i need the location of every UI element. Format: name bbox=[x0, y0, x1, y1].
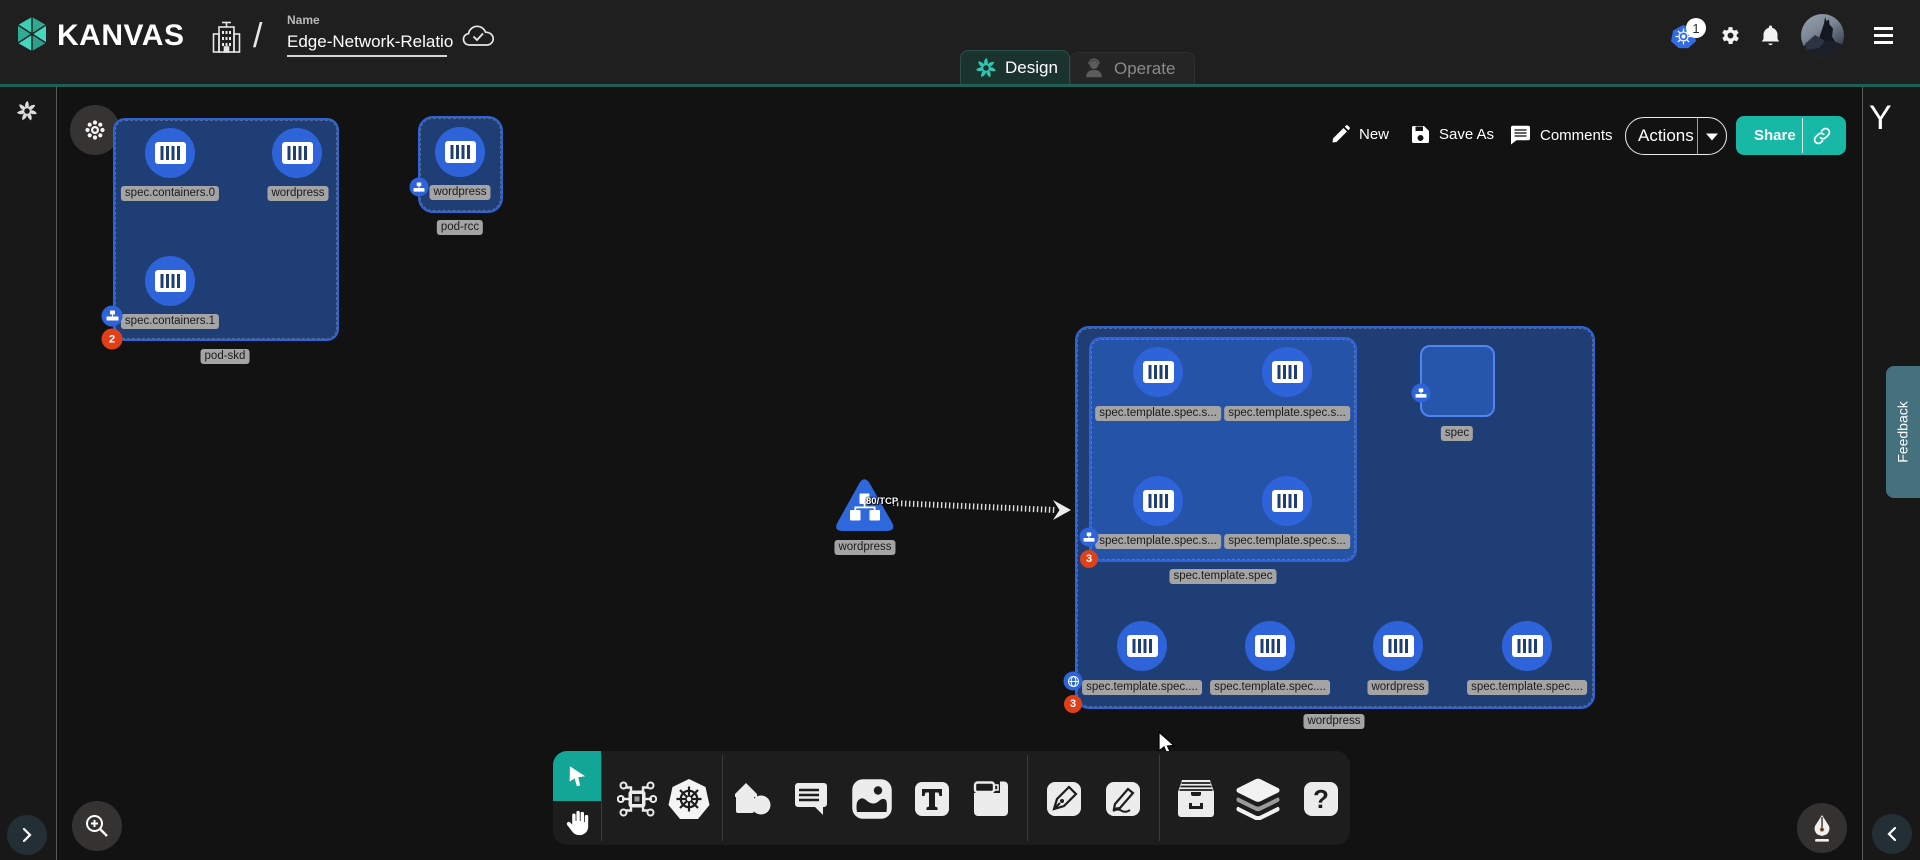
svg-text:?: ? bbox=[1313, 784, 1329, 814]
